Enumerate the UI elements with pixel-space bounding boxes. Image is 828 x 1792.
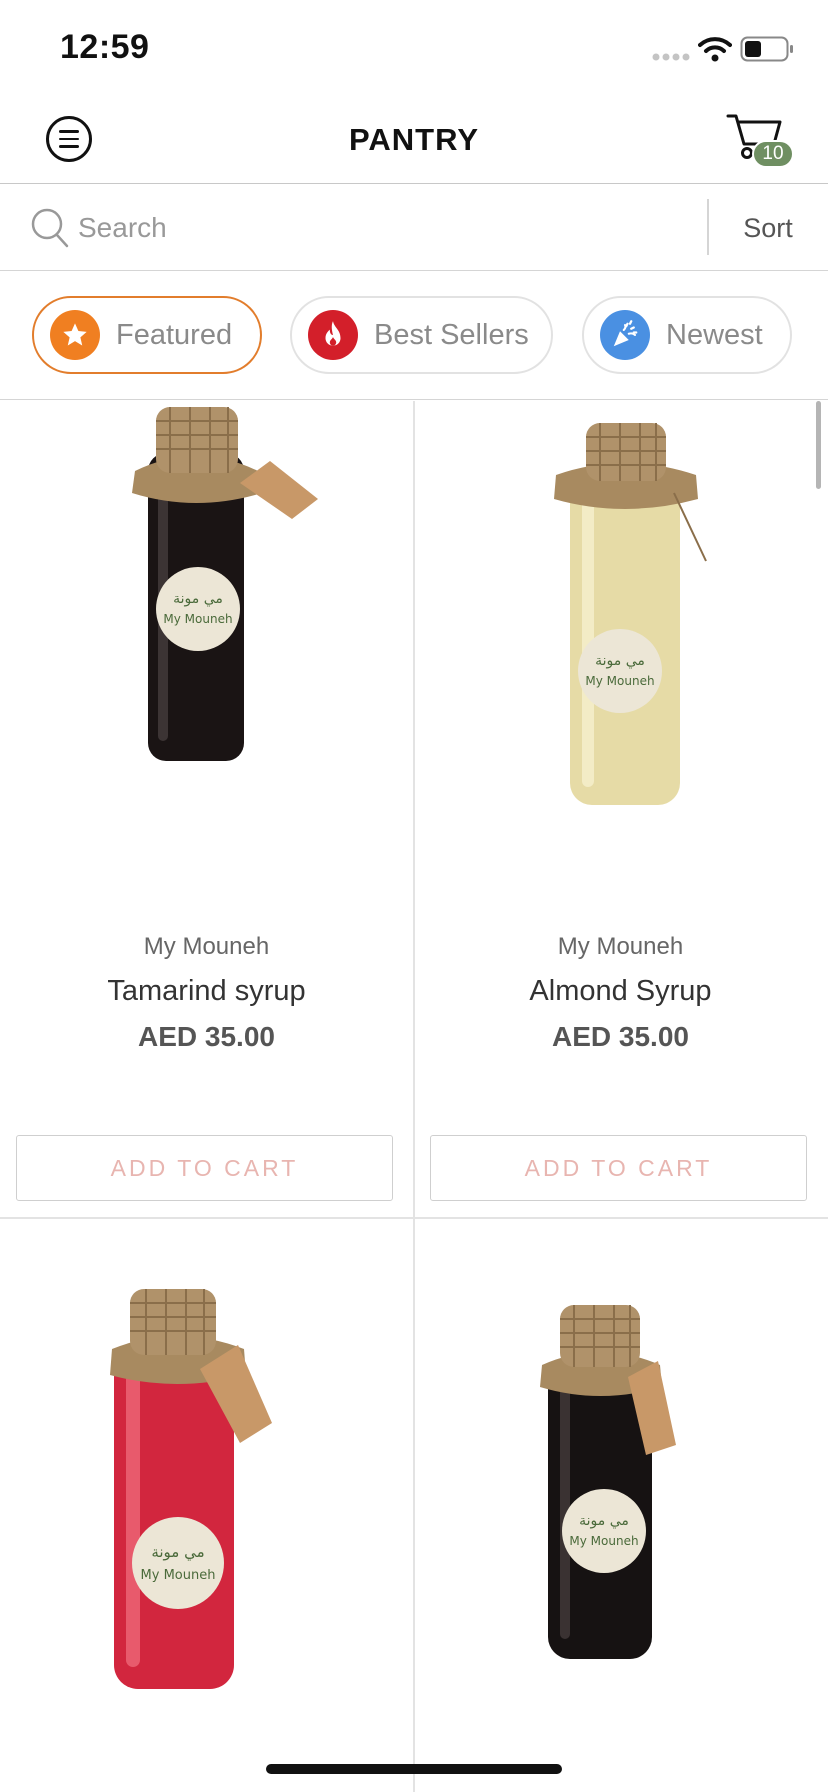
- search-input[interactable]: [78, 205, 678, 251]
- home-indicator[interactable]: [266, 1764, 562, 1774]
- wifi-icon: [698, 37, 732, 62]
- product-name: Tamarind syrup: [107, 975, 306, 1007]
- product-image: مي مونة My Mouneh: [554, 423, 707, 805]
- product-brand: My Mouneh: [557, 933, 684, 960]
- product-card[interactable]: مي مونة My Mouneh: [414, 1219, 827, 1792]
- star-icon: [50, 310, 100, 360]
- sort-button[interactable]: Sort: [708, 185, 828, 271]
- filter-chip-label: Newest: [666, 318, 763, 351]
- nav-bar: PANTRY 10: [0, 96, 828, 184]
- scroll-indicator[interactable]: [816, 401, 821, 489]
- filter-chip-best-sellers[interactable]: Best Sellers: [290, 296, 553, 374]
- product-card[interactable]: مي مونة My Mouneh My Mouneh Tamarind syr…: [0, 401, 413, 1217]
- filter-chip-label: Best Sellers: [374, 318, 529, 351]
- label-arabic: مي مونة: [579, 1513, 629, 1529]
- search-icon: [31, 208, 69, 248]
- page-title: PANTRY: [349, 122, 479, 157]
- product-card[interactable]: مي مونة My Mouneh: [0, 1219, 413, 1792]
- label-arabic: مي مونة: [151, 1543, 204, 1562]
- filter-chip-featured[interactable]: Featured: [32, 296, 262, 374]
- filter-chips: Featured Best Sellers Newest: [0, 272, 828, 400]
- product-image: مي مونة My Mouneh: [110, 1289, 272, 1689]
- pantry-screen: 12:59 PANTRY 10 Search Sort Featured Bes…: [0, 0, 828, 1792]
- product-image: مي مونة My Mouneh: [132, 407, 318, 761]
- filter-chip-label: Featured: [116, 318, 233, 351]
- product-price: AED 35.00: [552, 1021, 689, 1052]
- product-image: مي مونة My Mouneh: [540, 1305, 676, 1659]
- product-grid: مي مونة My Mouneh My Mouneh Tamarind syr…: [0, 401, 828, 1792]
- status-bar: 12:59: [0, 0, 828, 96]
- cellular-signal-icon: [652, 53, 690, 61]
- cart-button[interactable]: 10: [726, 110, 796, 170]
- status-time: 12:59: [60, 28, 150, 66]
- label-arabic: مي مونة: [173, 591, 223, 607]
- party-popper-icon: [600, 310, 650, 360]
- cart-count-badge: 10: [752, 140, 794, 168]
- product-price: AED 35.00: [138, 1021, 275, 1052]
- battery-icon: [740, 36, 793, 62]
- filter-chip-newest[interactable]: Newest: [582, 296, 792, 374]
- search-bar: Sort: [0, 185, 828, 271]
- label-latin: My Mouneh: [585, 674, 654, 688]
- label-latin: My Mouneh: [569, 1534, 638, 1548]
- label-latin: My Mouneh: [141, 1568, 216, 1583]
- label-arabic: مي مونة: [595, 653, 645, 669]
- flame-icon: [308, 310, 358, 360]
- label-latin: My Mouneh: [163, 612, 232, 626]
- add-to-cart-button[interactable]: ADD TO CART: [430, 1135, 807, 1201]
- add-to-cart-button[interactable]: ADD TO CART: [16, 1135, 393, 1201]
- product-brand: My Mouneh: [143, 933, 270, 960]
- product-name: Almond Syrup: [529, 975, 712, 1007]
- product-card[interactable]: مي مونة My Mouneh My Mouneh Almond Syrup…: [414, 401, 827, 1217]
